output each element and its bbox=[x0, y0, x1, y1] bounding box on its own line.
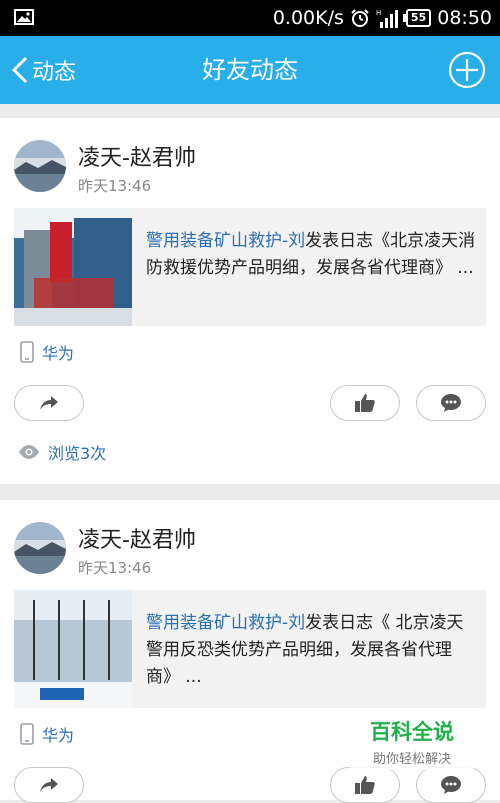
article-author-link[interactable]: 警用装备矿山救护-刘 bbox=[146, 231, 305, 251]
alarm-clock-icon bbox=[351, 9, 369, 27]
comment-icon bbox=[441, 776, 461, 794]
avatar-landscape-image bbox=[14, 522, 66, 574]
device-name: 华为 bbox=[42, 726, 75, 745]
avatar[interactable] bbox=[14, 140, 66, 192]
like-button[interactable] bbox=[330, 767, 400, 803]
avatar[interactable] bbox=[14, 522, 66, 574]
device-label: 华为 bbox=[20, 722, 74, 746]
like-button[interactable] bbox=[330, 385, 400, 421]
eye-icon bbox=[19, 445, 39, 459]
device-name: 华为 bbox=[42, 344, 75, 363]
post-time: 昨天13:46 bbox=[78, 177, 152, 195]
article-summary: 警用装备矿山救护-刘发表日志《北京凌天消防救援优势产品明细，发展各省代理商》 .… bbox=[146, 228, 476, 282]
thumbs-up-icon bbox=[355, 394, 375, 412]
watermark-title: 百科全说 bbox=[370, 720, 454, 744]
comment-button[interactable] bbox=[416, 385, 486, 421]
article-thumbnail bbox=[14, 590, 132, 708]
article-author-link[interactable]: 警用装备矿山救护-刘 bbox=[146, 613, 305, 633]
avatar-landscape-image bbox=[14, 140, 66, 192]
shared-article[interactable]: 警用装备矿山救护-刘发表日志《 北京凌天警用反恐类优势产品明细，发展各省代理商》… bbox=[14, 590, 486, 708]
nav-bar: 动态 好友动态 bbox=[0, 36, 500, 104]
gallery-icon bbox=[14, 9, 34, 25]
watermark-subtitle: 助你轻松解决 bbox=[372, 752, 451, 767]
feed-post: 凌天-赵君帅 昨天13:46 警用装备矿山救护-刘发表日志《北京凌天消防救援优势… bbox=[0, 118, 500, 484]
add-icon[interactable] bbox=[448, 51, 486, 89]
device-label: 华为 bbox=[20, 340, 74, 364]
network-speed: 0.00K/s bbox=[272, 7, 344, 29]
share-button[interactable] bbox=[14, 767, 84, 803]
comment-icon bbox=[441, 394, 461, 412]
watermark: 百科全说 助你轻松解决 bbox=[350, 708, 474, 770]
share-arrow-icon bbox=[40, 778, 58, 792]
user-name[interactable]: 凌天-赵君帅 bbox=[78, 140, 196, 172]
shared-article[interactable]: 警用装备矿山救护-刘发表日志《北京凌天消防救援优势产品明细，发展各省代理商》 .… bbox=[14, 208, 486, 326]
view-count: 浏览3次 bbox=[18, 440, 106, 464]
status-bar: 0.00K/s H 55 08:50 bbox=[0, 0, 500, 36]
share-button[interactable] bbox=[14, 385, 84, 421]
article-thumbnail bbox=[14, 208, 132, 326]
page-title: 好友动态 bbox=[202, 56, 298, 84]
view-count-text: 浏览3次 bbox=[48, 444, 107, 463]
share-arrow-icon bbox=[40, 396, 58, 410]
comment-button[interactable] bbox=[416, 767, 486, 803]
battery-icon: 55 bbox=[402, 9, 432, 27]
phone-icon bbox=[20, 723, 34, 745]
svg-text:H: H bbox=[376, 9, 381, 17]
user-name[interactable]: 凌天-赵君帅 bbox=[78, 522, 196, 554]
article-summary: 警用装备矿山救护-刘发表日志《 北京凌天警用反恐类优势产品明细，发展各省代理商》… bbox=[146, 610, 476, 691]
post-time: 昨天13:46 bbox=[78, 559, 152, 577]
clock-time: 08:50 bbox=[437, 7, 492, 29]
thumbs-up-icon bbox=[355, 776, 375, 794]
signal-icon: H bbox=[376, 9, 398, 28]
phone-icon bbox=[20, 341, 34, 363]
